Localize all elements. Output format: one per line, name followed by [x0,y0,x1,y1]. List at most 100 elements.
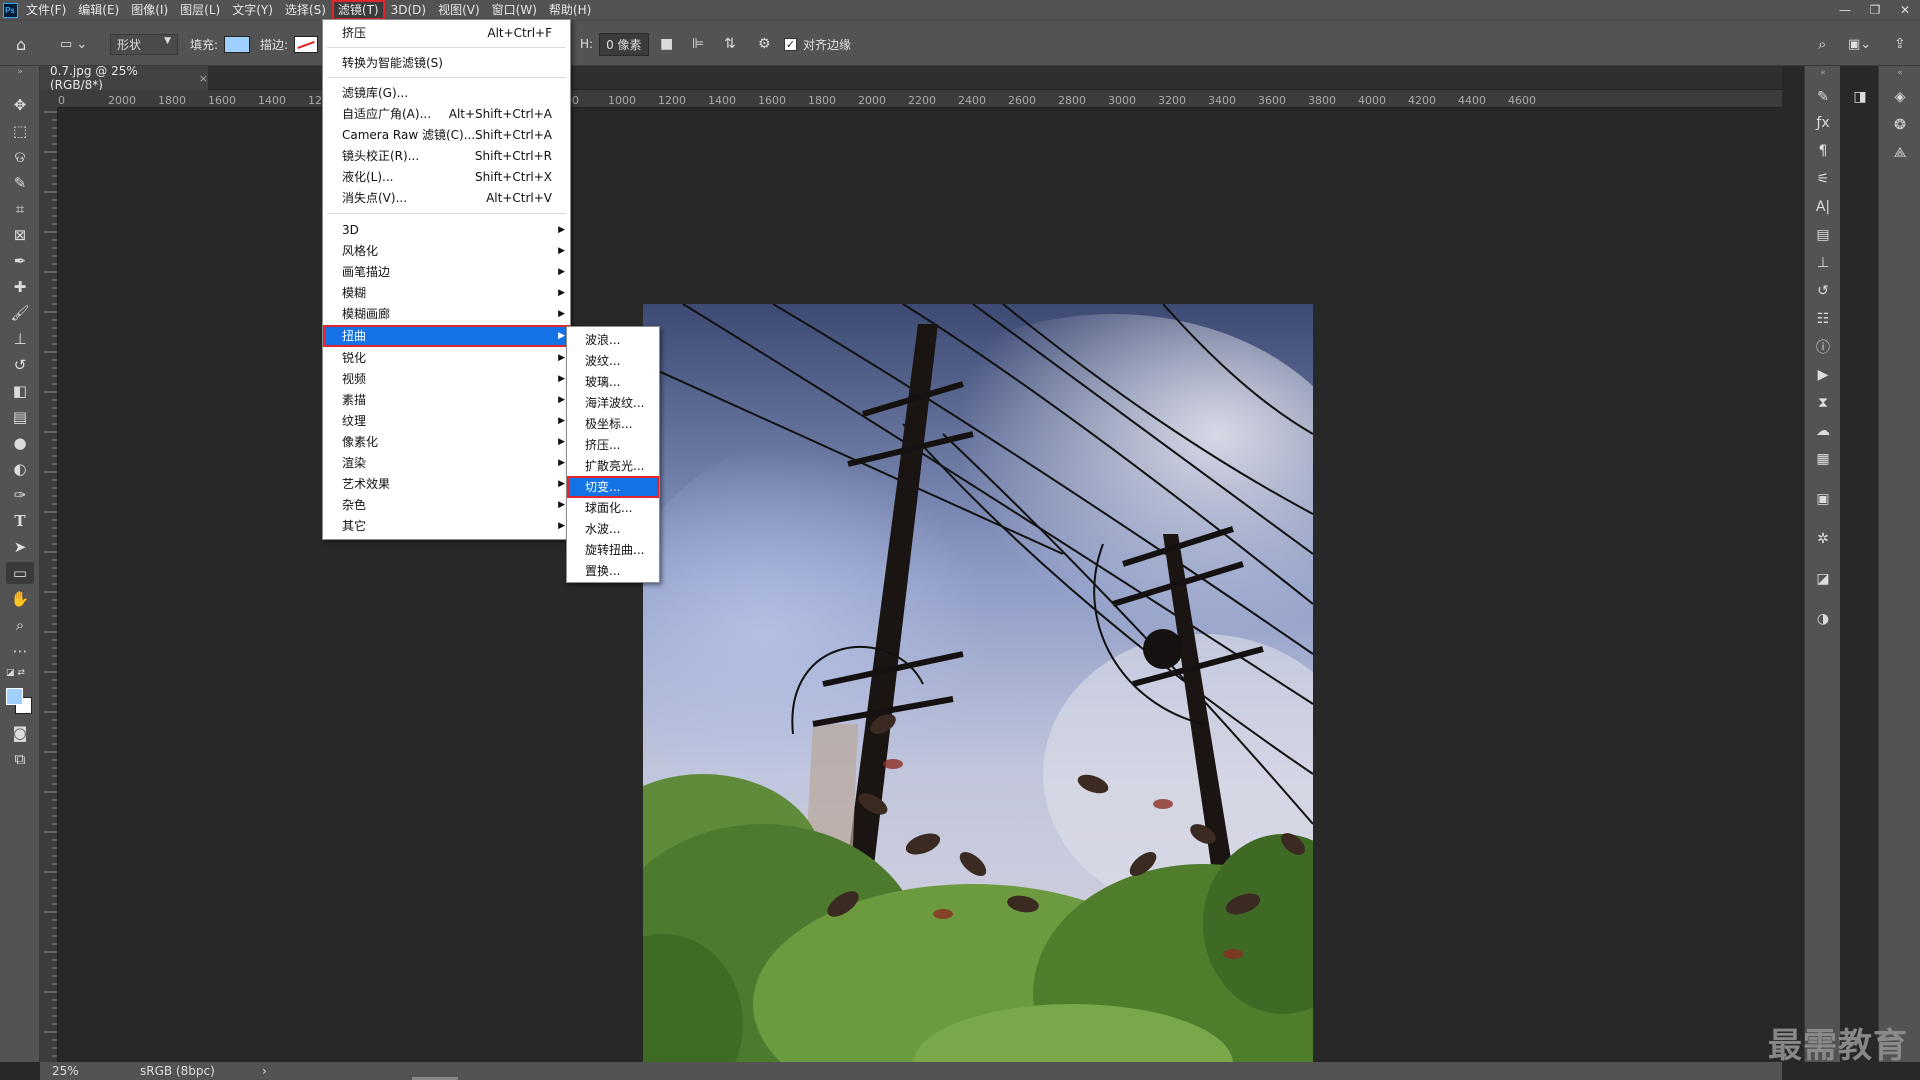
submenu-item-zigzag[interactable]: 水波... [567,519,659,539]
workspace-icon[interactable]: ▣⌄ [1848,37,1871,52]
restore-button[interactable]: ❐ [1860,0,1890,20]
submenu-item-ocean-ripple[interactable]: 海洋波纹... [567,393,659,413]
quick-mask-icon[interactable]: ◙ [6,722,34,744]
menu-image[interactable]: 图像(I) [125,0,174,20]
menu-filter[interactable]: 滤镜(T) [331,0,385,20]
stamp-icon[interactable]: ⊥ [6,328,34,350]
channels-icon[interactable]: ❂ [1888,114,1912,136]
paths-icon[interactable]: ⟁ [1888,142,1912,164]
navigator-icon[interactable]: ◑ [1811,608,1835,630]
close-window-button[interactable]: ✕ [1890,0,1920,20]
type-icon[interactable]: T [6,510,34,532]
document-tab[interactable]: 0.7.jpg @ 25%(RGB/8*) × [40,64,208,92]
submenu-item-twirl[interactable]: 旋转扭曲... [567,540,659,560]
menu-item-sharpen[interactable]: 锐化 ▶ [323,348,570,368]
styles-icon[interactable]: ƒx [1811,112,1835,134]
submenu-item-spherize[interactable]: 球面化... [567,498,659,518]
menu-item-liquify[interactable]: 液化(L)... Shift+Ctrl+X [323,167,570,187]
menu-item-3d[interactable]: 3D ▶ [323,220,570,240]
menu-item-distort[interactable]: 扭曲 ▶ [323,325,570,347]
properties-icon[interactable]: ☷ [1811,308,1835,330]
collapse-toolbar-icon[interactable]: » [6,66,34,78]
rectangle-icon[interactable]: ▭ [6,562,34,584]
menu-item-texture[interactable]: 纹理 ▶ [323,411,570,431]
timeline-icon[interactable]: ⧗ [1811,392,1835,414]
lasso-icon[interactable]: ଡ [6,146,34,168]
menu-item-blur[interactable]: 模糊 ▶ [323,283,570,303]
history-icon[interactable]: ↺ [1811,280,1835,302]
menu-item-lens-correction[interactable]: 镜头校正(R)... Shift+Ctrl+R [323,146,570,166]
menu-edit[interactable]: 编辑(E) [72,0,125,20]
menu-item-filter-gallery[interactable]: 滤镜库(G)... [323,83,570,103]
submenu-item-ripple[interactable]: 波纹... [567,351,659,371]
dodge-icon[interactable]: ◐ [6,458,34,480]
align-edges-checkbox[interactable]: ✓ [784,37,797,51]
menu-view[interactable]: 视图(V) [432,0,486,20]
paragraph-icon[interactable]: ¶ [1811,140,1835,162]
stroke-swatch[interactable] [294,35,319,53]
home-icon[interactable]: ⌂ [16,35,26,54]
ps-logo-icon[interactable]: Ps [0,0,20,20]
horizontal-ruler[interactable]: 0200018001600140012000200400600800100012… [58,90,1782,108]
frame-icon[interactable]: ⊠ [6,224,34,246]
blur-icon[interactable]: ● [6,432,34,454]
layers-icon[interactable]: ◈ [1888,86,1912,108]
menu-item-stylize[interactable]: 风格化 ▶ [323,241,570,261]
height-input[interactable]: 0 像素 [599,32,649,56]
foreground-color-swatch[interactable] [6,688,23,705]
close-tab-icon[interactable]: × [199,72,208,85]
canvas-area[interactable] [58,108,1782,1080]
submenu-item-diffuse-glow[interactable]: 扩散亮光... [567,456,659,476]
menu-item-render[interactable]: 渲染 ▶ [323,453,570,473]
submenu-item-wave[interactable]: 波浪... [567,330,659,350]
menu-item-video[interactable]: 视频 ▶ [323,369,570,389]
submenu-item-polar-coordinates[interactable]: 极坐标... [567,414,659,434]
search-icon[interactable]: ⌕ [1818,35,1826,53]
path-alignment-icon[interactable]: ⊫ [692,36,704,52]
minimize-button[interactable]: — [1830,0,1860,20]
eyedropper-icon[interactable]: ✒ [6,250,34,272]
brush-settings-icon[interactable]: ✎ [1811,86,1835,108]
collapse-layers-icon[interactable]: « [1888,66,1912,80]
submenu-item-displace[interactable]: 置换... [567,561,659,581]
3d-panel-icon[interactable]: ☁ [1811,420,1835,442]
ruler-origin[interactable] [40,90,58,108]
menu-item-other[interactable]: 其它 ▶ [323,516,570,536]
menu-layer[interactable]: 图层(L) [174,0,226,20]
menu-file[interactable]: 文件(F) [20,0,72,20]
more-icon[interactable]: ⋯ [6,640,34,662]
menu-window[interactable]: 窗口(W) [486,0,543,20]
zoom-level[interactable]: 25% [52,1064,79,1078]
brush-icon[interactable]: 🖌 [6,302,34,324]
menu-item-camera-raw[interactable]: Camera Raw 滤镜(C)... Shift+Ctrl+A [323,125,570,145]
vertical-ruler[interactable] [40,108,58,1062]
notes-icon[interactable]: ▣ [1811,488,1835,510]
glyphs-icon[interactable]: ▤ [1811,224,1835,246]
submenu-item-glass[interactable]: 玻璃... [567,372,659,392]
menu-item-convert-smart-filter[interactable]: 转换为智能滤镜(S) [323,53,570,73]
share-icon[interactable]: ⇪ [1894,36,1906,52]
path-arrangement-icon[interactable]: ⇅ [724,36,736,52]
hand-icon[interactable]: ✋ [6,588,34,610]
shape-tool-preset-icon[interactable]: ▭ ⌄ [60,37,87,52]
zoom-icon[interactable]: ⌕ [6,614,34,636]
menu-item-artistic[interactable]: 艺术效果 ▶ [323,474,570,494]
menu-item-adaptive-wide-angle[interactable]: 自适应广角(A)... Alt+Shift+Ctrl+A [323,104,570,124]
menu-select[interactable]: 选择(S) [279,0,332,20]
libraries-icon[interactable]: ◪ [1811,568,1835,590]
marquee-icon[interactable]: ⬚ [6,120,34,142]
menu-item-brush-strokes[interactable]: 画笔描边 ▶ [323,262,570,282]
submenu-item-pinch[interactable]: 挤压... [567,435,659,455]
eraser-icon[interactable]: ◧ [6,380,34,402]
adjustments-icon[interactable]: ⚟ [1811,168,1835,190]
path-operations-icon[interactable]: ■ [660,36,673,52]
screen-mode-icon[interactable]: ⧉ [6,748,34,770]
submenu-item-shear[interactable]: 切变... [567,476,659,498]
move-icon[interactable]: ✥ [6,94,34,116]
color-panel-icon[interactable]: ◨ [1848,86,1872,108]
menu-item-noise[interactable]: 杂色 ▶ [323,495,570,515]
actions-icon[interactable]: ▶ [1811,364,1835,386]
menu-item-sketch[interactable]: 素描 ▶ [323,390,570,410]
path-select-icon[interactable]: ➤ [6,536,34,558]
quick-select-icon[interactable]: ✎ [6,172,34,194]
